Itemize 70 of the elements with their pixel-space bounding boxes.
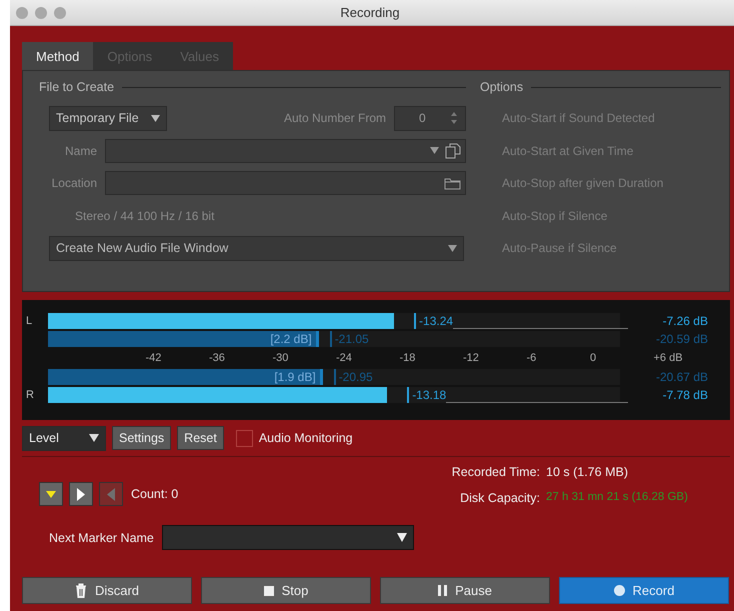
file-type-dropdown[interactable]: Temporary File bbox=[49, 106, 167, 130]
level-reading: -7.26 dB bbox=[662, 314, 708, 328]
scale-label: -12 bbox=[463, 352, 480, 364]
scale-label: -6 bbox=[526, 352, 538, 364]
record-icon bbox=[614, 585, 625, 596]
trash-icon bbox=[74, 583, 87, 598]
marker-button[interactable] bbox=[69, 482, 93, 506]
button[interactable]: Reset bbox=[177, 426, 224, 450]
caret-icon bbox=[89, 434, 99, 442]
action-button[interactable]: Stop bbox=[201, 577, 371, 604]
scale-label: -42 bbox=[146, 352, 162, 364]
number-field[interactable]: 0 bbox=[394, 106, 466, 130]
window-title: Recording bbox=[340, 5, 400, 20]
triangle-left-icon bbox=[107, 488, 115, 500]
window-control-button[interactable] bbox=[54, 6, 66, 18]
status-label: Disk Capacity: bbox=[459, 491, 540, 505]
copy-icon bbox=[445, 142, 461, 158]
triangle-down-icon bbox=[46, 490, 56, 498]
tab[interactable]: Method bbox=[22, 42, 94, 70]
button[interactable]: Settings bbox=[112, 426, 172, 450]
destination-dropdown[interactable]: Create New Audio File Window bbox=[49, 236, 464, 260]
level-bar: [2.2 dB] bbox=[48, 331, 319, 347]
checkbox[interactable] bbox=[236, 430, 253, 446]
scale-label: 0 bbox=[590, 352, 598, 364]
peak-value: -13.18 bbox=[412, 388, 446, 402]
level-reading: -20.67 dB bbox=[654, 370, 708, 384]
status-value: 10 s (1.76 MB) bbox=[546, 465, 628, 479]
channel-label: R bbox=[26, 389, 34, 401]
status-label: Recorded Time: bbox=[450, 465, 540, 479]
triangle-right-icon bbox=[77, 488, 85, 500]
field-label: Name bbox=[64, 144, 97, 158]
caret-icon bbox=[396, 533, 407, 542]
name-field[interactable] bbox=[105, 138, 466, 162]
window-control-button[interactable] bbox=[35, 6, 47, 18]
scale-label: -24 bbox=[336, 352, 353, 364]
field-label: Next Marker Name bbox=[49, 530, 154, 544]
field-label: Location bbox=[50, 176, 97, 190]
action-button[interactable]: Record bbox=[559, 577, 729, 604]
action-button[interactable]: Discard bbox=[22, 577, 192, 604]
field-label: Auto Number From bbox=[282, 111, 386, 125]
window-control-button[interactable] bbox=[16, 6, 28, 18]
stepper-icon bbox=[451, 112, 457, 124]
caret-icon bbox=[151, 114, 160, 122]
folder-icon bbox=[444, 176, 461, 190]
peak-value: -21.05 bbox=[334, 332, 369, 346]
peak-value: -13.24 bbox=[419, 314, 454, 328]
format-text: Stereo / 44 100 Hz / 16 bit bbox=[74, 208, 214, 222]
marker-count: Count: 0 bbox=[131, 487, 178, 501]
scale-label: -36 bbox=[209, 352, 226, 364]
caret-icon bbox=[448, 244, 457, 252]
channel-label: L bbox=[26, 315, 32, 327]
stop-icon bbox=[264, 586, 274, 596]
level-bar: [1.9 dB] bbox=[48, 369, 323, 385]
caret-icon bbox=[430, 147, 439, 154]
level-reading: -7.78 dB bbox=[662, 388, 708, 402]
scale-label: -30 bbox=[272, 352, 290, 364]
marker-button[interactable] bbox=[39, 482, 63, 506]
action-button[interactable]: Pause bbox=[380, 577, 550, 604]
checkbox-label: Audio Monitoring bbox=[258, 431, 353, 445]
marker-name-dropdown[interactable] bbox=[162, 525, 414, 550]
peak-value: -20.95 bbox=[338, 370, 373, 384]
pause-icon bbox=[438, 585, 448, 596]
section-heading: File to Create bbox=[39, 80, 114, 94]
status-value: 27 h 31 mn 21 s (16.28 GB) bbox=[546, 491, 688, 505]
mode-dropdown[interactable]: Level bbox=[22, 426, 106, 450]
scale-label: -18 bbox=[400, 352, 416, 364]
section-heading: Options bbox=[480, 80, 524, 94]
level-reading: -20.59 dB bbox=[654, 332, 708, 346]
scale-label: +6 dB bbox=[654, 352, 684, 364]
location-field[interactable] bbox=[105, 171, 466, 195]
